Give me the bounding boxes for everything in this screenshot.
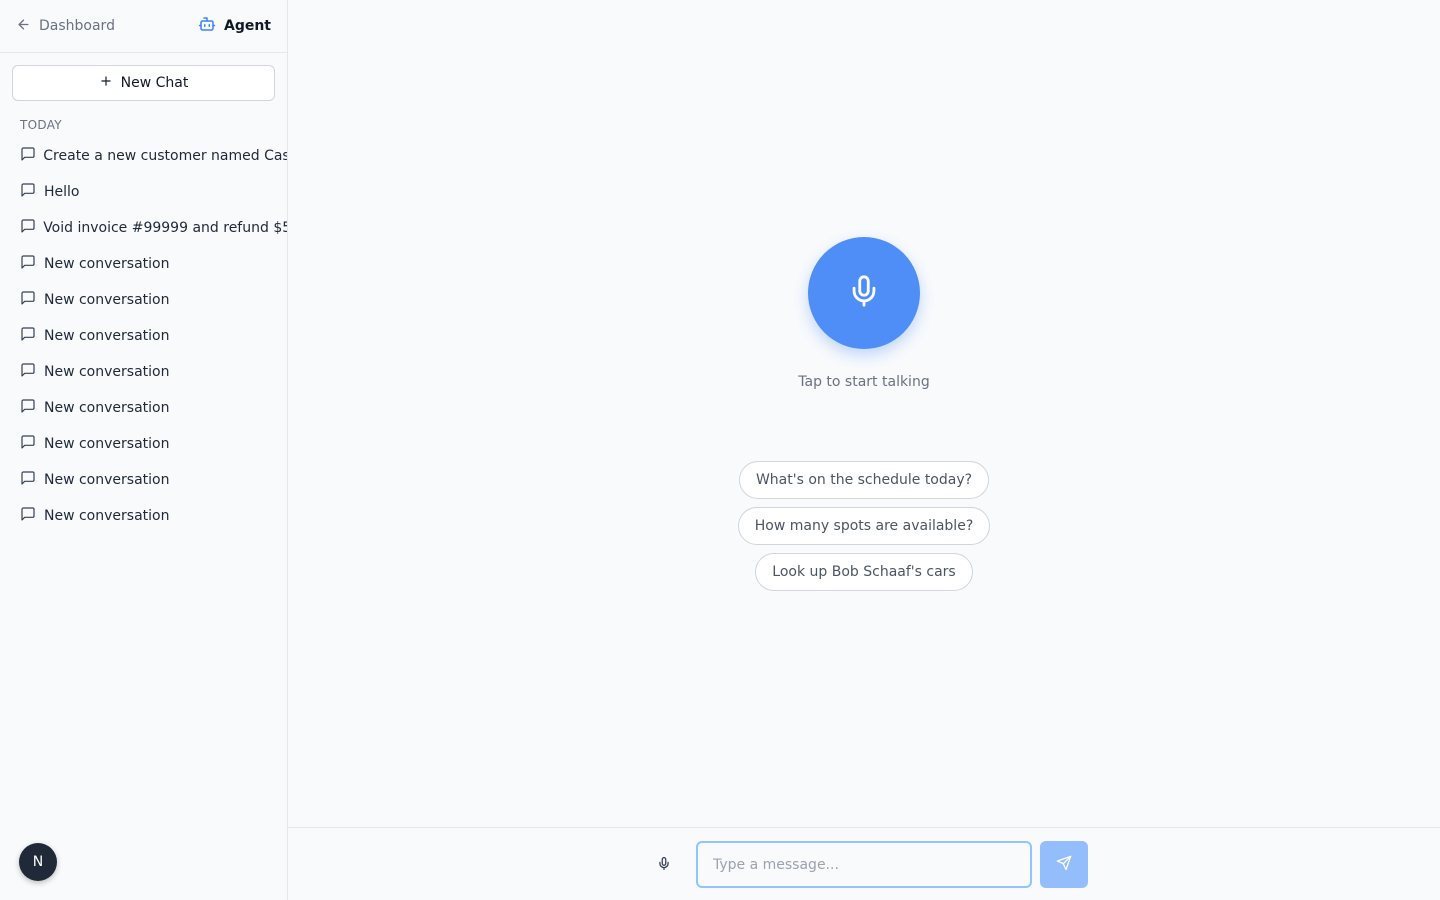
back-link-label: Dashboard	[39, 18, 115, 34]
suggestion-chip[interactable]: Look up Bob Schaaf's cars	[755, 553, 973, 591]
conversation-item[interactable]: New conversation	[0, 390, 287, 426]
conversation-item[interactable]: New conversation	[0, 246, 287, 282]
mic-icon	[657, 856, 671, 875]
conversation-title: New conversation	[44, 328, 170, 344]
message-square-icon	[20, 146, 35, 166]
suggestion-chip[interactable]: How many spots are available?	[737, 507, 991, 545]
message-square-icon	[20, 290, 36, 310]
conversation-item[interactable]: New conversation	[0, 354, 287, 390]
message-square-icon	[20, 326, 36, 346]
conversation-title: New conversation	[44, 256, 170, 272]
suggestion-chip[interactable]: What's on the schedule today?	[738, 461, 990, 499]
message-square-icon	[20, 398, 36, 418]
conversation-title: Void invoice #99999 and refund $50	[43, 220, 287, 236]
conversation-item[interactable]: New conversation	[0, 498, 287, 534]
conversation-item[interactable]: New conversation	[0, 318, 287, 354]
conversation-title: New conversation	[44, 292, 170, 308]
message-square-icon	[20, 434, 36, 454]
conversation-title: New conversation	[44, 508, 170, 524]
conversation-list: Create a new customer named Case Hello Voi…	[0, 138, 287, 534]
message-input[interactable]	[696, 841, 1032, 888]
conversation-title: New conversation	[44, 400, 170, 416]
message-square-icon	[20, 254, 36, 274]
conversation-title: New conversation	[44, 472, 170, 488]
conversation-title: Create a new customer named Case	[43, 148, 287, 164]
message-square-icon	[20, 470, 36, 490]
conversation-item[interactable]: New conversation	[0, 282, 287, 318]
send-button[interactable]	[1040, 841, 1088, 888]
conversation-item[interactable]: Create a new customer named Case	[0, 138, 287, 174]
sidebar: Dashboard Agent New Chat TODAY Create a …	[0, 0, 288, 900]
app-root: Dashboard Agent New Chat TODAY Create a …	[0, 0, 1440, 900]
suggestion-list: What's on the schedule today? How many s…	[664, 461, 1064, 591]
conversation-item[interactable]: Void invoice #99999 and refund $50	[0, 210, 287, 246]
tap-to-talk-hint: Tap to start talking	[798, 374, 930, 390]
mic-icon	[847, 274, 881, 312]
avatar[interactable]: N	[19, 843, 57, 881]
voice-start-button[interactable]	[808, 237, 920, 349]
message-square-icon	[20, 218, 35, 238]
agent-title: Agent	[198, 15, 271, 37]
sidebar-header: Dashboard Agent	[0, 0, 287, 53]
conversation-item[interactable]: New conversation	[0, 462, 287, 498]
conversation-item[interactable]: Hello	[0, 174, 287, 210]
bot-icon	[198, 15, 216, 37]
main-panel: Tap to start talking What's on the sched…	[288, 0, 1440, 900]
back-to-dashboard-link[interactable]: Dashboard	[16, 17, 115, 36]
agent-title-label: Agent	[223, 18, 271, 34]
new-chat-wrapper: New Chat	[0, 53, 287, 101]
message-composer	[288, 827, 1440, 900]
arrow-left-icon	[16, 17, 31, 36]
section-label-today: TODAY	[20, 118, 62, 132]
conversation-title: New conversation	[44, 364, 170, 380]
message-square-icon	[20, 506, 36, 526]
conversation-item[interactable]: New conversation	[0, 426, 287, 462]
send-icon	[1056, 855, 1072, 874]
composer-mic-button[interactable]	[652, 855, 676, 875]
message-square-icon	[20, 362, 36, 382]
new-chat-label: New Chat	[120, 75, 189, 91]
new-chat-button[interactable]: New Chat	[12, 65, 275, 101]
conversation-title: New conversation	[44, 436, 170, 452]
plus-icon	[99, 74, 113, 92]
message-square-icon	[20, 182, 36, 202]
conversation-title: Hello	[44, 184, 80, 200]
